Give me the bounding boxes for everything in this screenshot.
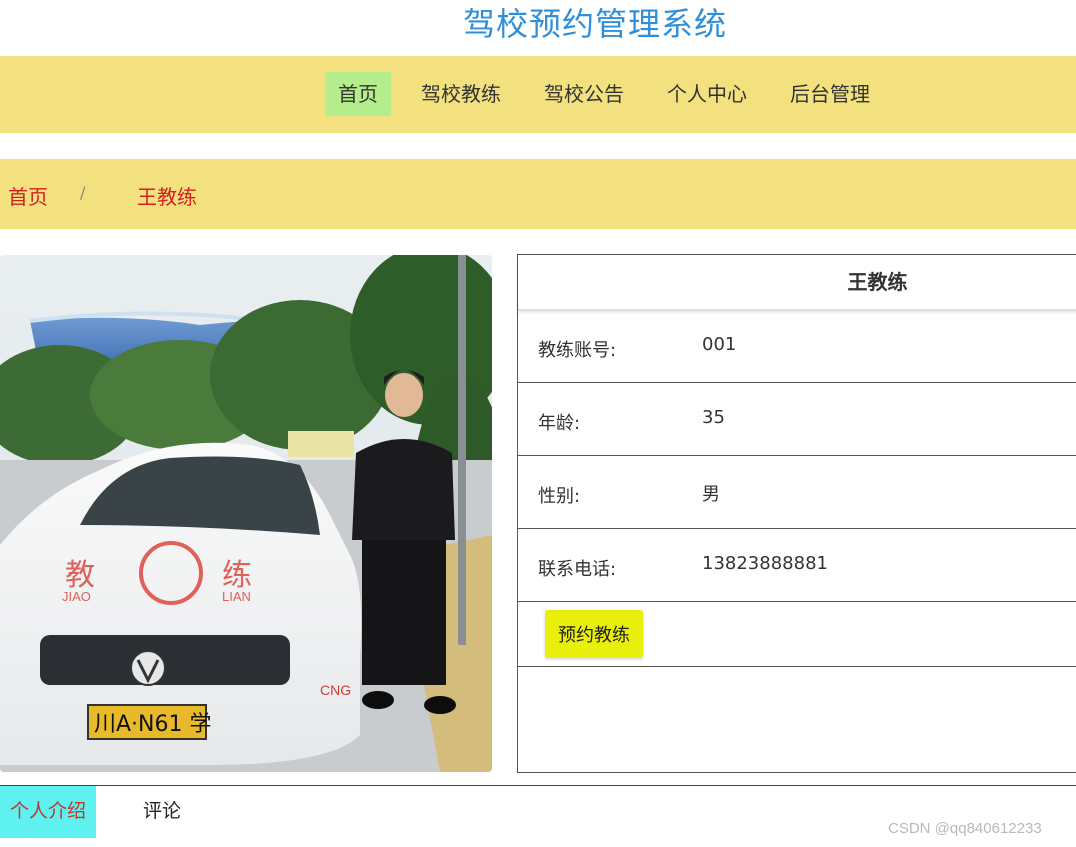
watermark: CSDN @qq840612233 [888, 820, 1042, 837]
field-row-gender: 性别: 男 [518, 456, 1076, 529]
book-coach-button[interactable]: 预约教练 [545, 610, 643, 658]
tab-intro[interactable]: 个人介绍 [0, 786, 96, 838]
field-label: 联系电话: [538, 559, 617, 580]
breadcrumb-home-link[interactable]: 首页 [8, 181, 48, 210]
nav-item-coaches[interactable]: 驾校教练 [408, 72, 514, 116]
car-badge: CNG [320, 682, 351, 698]
field-row-phone: 联系电话: 13823888881 [518, 529, 1076, 602]
car-text-right: 练 [222, 558, 252, 593]
book-row: 预约教练 [518, 602, 1076, 667]
nav-items: 首页 驾校教练 驾校公告 个人中心 后台管理 [325, 72, 900, 116]
field-row-account: 教练账号: 001 [518, 310, 1076, 383]
coach-name-heading: 王教练 [518, 255, 1076, 310]
car-pinyin-left: JIAO [62, 589, 91, 604]
tab-comments[interactable]: 评论 [143, 786, 181, 838]
car-pinyin-right: LIAN [222, 589, 251, 604]
field-label: 教练账号: [538, 340, 617, 361]
license-plate: 川A·N61 学 [94, 712, 212, 737]
coach-info-panel: 王教练 教练账号: 001 年龄: 35 性别: 男 联系电话: 1382388… [517, 254, 1076, 773]
breadcrumb-current: 王教练 [137, 185, 197, 209]
field-value: 35 [702, 407, 725, 428]
field-value: 男 [702, 484, 720, 505]
main-navbar: 首页 驾校教练 驾校公告 个人中心 后台管理 [0, 56, 1076, 133]
nav-item-announcements[interactable]: 驾校公告 [531, 72, 637, 116]
breadcrumb: 首页 / 王教练 [0, 159, 1076, 229]
field-label: 年龄: [538, 413, 581, 434]
field-row-age: 年龄: 35 [518, 383, 1076, 456]
car-text-left: 教 [65, 558, 95, 593]
site-title: 驾校预约管理系统 [462, 5, 727, 43]
coach-photo: 教 练 JIAO LIAN 川A·N61 学 CNG [0, 255, 492, 772]
nav-item-admin[interactable]: 后台管理 [777, 72, 883, 116]
nav-item-profile[interactable]: 个人中心 [654, 72, 760, 116]
breadcrumb-separator: / [80, 183, 86, 202]
nav-item-home[interactable]: 首页 [325, 72, 391, 116]
field-label: 性别: [538, 486, 581, 507]
field-value: 13823888881 [702, 553, 828, 574]
field-value: 001 [702, 334, 737, 355]
